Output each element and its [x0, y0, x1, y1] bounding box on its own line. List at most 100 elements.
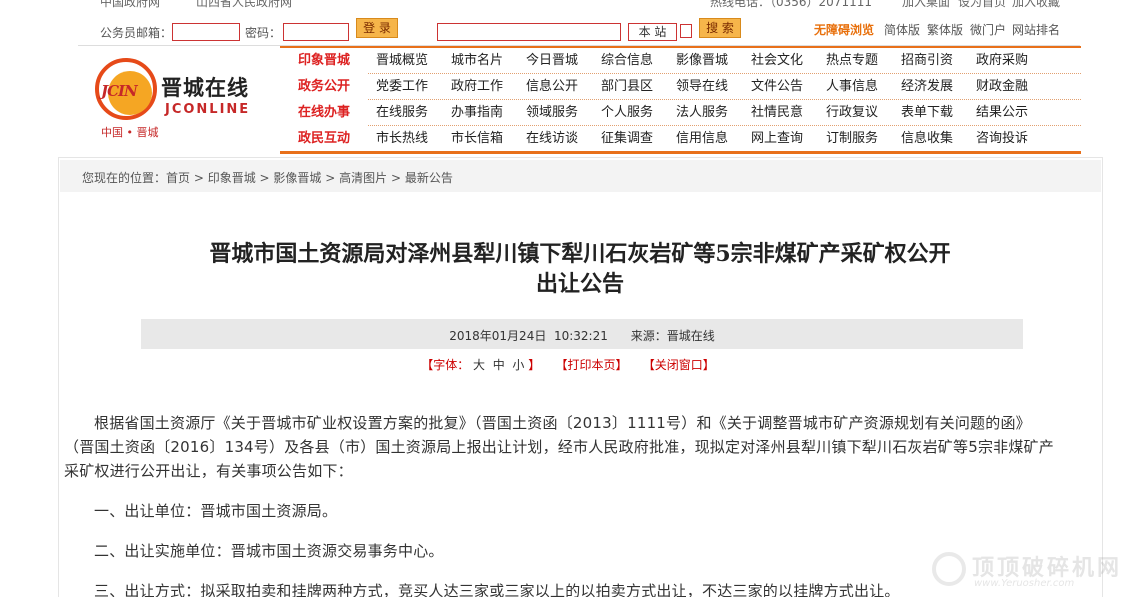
- link-traditional[interactable]: 繁体版: [927, 21, 963, 38]
- site-logo[interactable]: JCIN 晋城在线 JCONLINE 中国 • 晋城: [95, 58, 265, 139]
- hotline: 热线电话：（0356）2071111: [710, 0, 872, 9]
- nav-item[interactable]: 热点专题: [826, 48, 878, 74]
- link-add-desktop[interactable]: 加入桌面: [902, 0, 950, 10]
- nav-item[interactable]: 行政复议: [826, 100, 878, 126]
- nav-item[interactable]: 法人服务: [676, 100, 728, 126]
- link-site-ranking[interactable]: 网站排名: [1012, 21, 1060, 38]
- nav-item[interactable]: 咨询投诉: [976, 126, 1028, 152]
- nav-item[interactable]: 文件公告: [751, 74, 803, 100]
- paragraph-intro-line1: 根据省国土资源厅《关于晋城市矿业权设置方案的批复》（晋国土资函〔2013〕111…: [94, 414, 1031, 432]
- nav-item[interactable]: 人事信息: [826, 74, 878, 100]
- logo-tagline: 中国 • 晋城: [101, 126, 159, 139]
- nav-item[interactable]: 网上查询: [751, 126, 803, 152]
- search-button[interactable]: 搜 索: [699, 18, 741, 38]
- print-page-link[interactable]: 【打印本页】: [555, 358, 627, 372]
- article-meta: 2018年01月24日 10:32:21 来源：晋城在线: [141, 319, 1023, 349]
- link-shanxi-gov[interactable]: 山西省人民政府网: [196, 0, 292, 10]
- article-tools: 【字体： 大 中 小 】 【打印本页】 【关闭窗口】: [0, 356, 1136, 373]
- watermark: 顶顶破碎机网 www.Yeruosher.com: [932, 548, 1132, 594]
- nav-item[interactable]: 党委工作: [376, 74, 428, 100]
- paragraph-intro-line3: 采矿权进行公开出让，有关事项公告如下：: [64, 462, 353, 480]
- nav-item[interactable]: 招商引资: [901, 48, 953, 74]
- nav-item[interactable]: 晋城概览: [376, 48, 428, 74]
- content-panel: [58, 157, 1103, 597]
- font-size-small[interactable]: 小: [512, 358, 524, 372]
- login-button[interactable]: 登 录: [356, 18, 398, 38]
- top-strip: 中国政府网 山西省人民政府网 热线电话：（0356）2071111 加入桌面 设…: [0, 0, 1136, 9]
- nav-item[interactable]: 征集调查: [601, 126, 653, 152]
- link-micro-portal[interactable]: 微门户: [970, 21, 1006, 38]
- nav-category[interactable]: 在线办事: [280, 100, 368, 126]
- nav-category[interactable]: 政民互动: [280, 126, 368, 152]
- nav-item[interactable]: 综合信息: [601, 48, 653, 74]
- logo-name: 晋城在线: [161, 76, 249, 100]
- nav-row-impression: 印象晋城 晋城概览 城市名片 今日晋城 综合信息 影像晋城 社会文化 热点专题 …: [280, 48, 1081, 74]
- breadcrumb-item[interactable]: 高清图片: [339, 171, 387, 185]
- site-scope-button[interactable]: 本 站: [628, 23, 677, 41]
- breadcrumb-prefix: 您现在的位置：: [82, 171, 167, 185]
- nav-item[interactable]: 财政金融: [976, 74, 1028, 100]
- nav-item[interactable]: 城市名片: [451, 48, 503, 74]
- nav-item[interactable]: 今日晋城: [526, 48, 578, 74]
- breadcrumb-separator: >: [387, 171, 405, 185]
- nav-item[interactable]: 结果公示: [976, 100, 1028, 126]
- breadcrumb-item-current[interactable]: 最新公告: [405, 171, 453, 185]
- paragraph-item-3: 三、出让方式：拟采取拍卖和挂牌两种方式，竞买人达三家或三家以上的以拍卖方式出让，…: [94, 582, 900, 597]
- password-input[interactable]: [283, 23, 349, 41]
- nav-item[interactable]: 社情民意: [751, 100, 803, 126]
- accessible-browse-link[interactable]: 无障碍浏览: [814, 21, 874, 38]
- nav-item[interactable]: 在线访谈: [526, 126, 578, 152]
- breadcrumb-item[interactable]: 影像晋城: [273, 171, 321, 185]
- nav-item[interactable]: 领导在线: [676, 74, 728, 100]
- nav-category[interactable]: 印象晋城: [280, 48, 368, 74]
- nav-item[interactable]: 订制服务: [826, 126, 878, 152]
- nav-item[interactable]: 政府工作: [451, 74, 503, 100]
- nav-item[interactable]: 信息收集: [901, 126, 953, 152]
- nav-item[interactable]: 信用信息: [676, 126, 728, 152]
- watermark-logo-icon: [932, 552, 966, 586]
- link-add-favorite[interactable]: 加入收藏: [1012, 0, 1060, 10]
- nav-item[interactable]: 社会文化: [751, 48, 803, 74]
- nav-item[interactable]: 办事指南: [451, 100, 503, 126]
- article-title-line2: 出让公告: [535, 271, 624, 297]
- email-label: 公务员邮箱：: [100, 26, 173, 40]
- search-input[interactable]: [437, 23, 621, 41]
- article-title: 晋城市国土资源局对泽州县犁川镇下犁川石灰岩矿等5宗非煤矿产采矿权公开: [209, 241, 951, 267]
- nav-item[interactable]: 在线服务: [376, 100, 428, 126]
- nav-item[interactable]: 市长热线: [376, 126, 428, 152]
- font-size-medium[interactable]: 中: [493, 358, 505, 372]
- link-simplified[interactable]: 简体版: [884, 21, 920, 38]
- scope-dropdown-arrow[interactable]: [680, 24, 692, 38]
- font-size-label: 【字体：: [421, 358, 470, 372]
- link-gov-cn[interactable]: 中国政府网: [100, 0, 160, 10]
- nav-item[interactable]: 经济发展: [901, 74, 953, 100]
- breadcrumb-item-home[interactable]: 首页: [166, 171, 190, 185]
- nav-row-gov-affairs: 政务公开 党委工作 政府工作 信息公开 部门县区 领导在线 文件公告 人事信息 …: [280, 74, 1081, 100]
- nav-item[interactable]: 部门县区: [601, 74, 653, 100]
- nav-item[interactable]: 领域服务: [526, 100, 578, 126]
- nav-item[interactable]: 影像晋城: [676, 48, 728, 74]
- password-label: 密码：: [245, 26, 282, 40]
- breadcrumb-separator: >: [190, 171, 208, 185]
- breadcrumb-separator: >: [255, 171, 274, 185]
- email-input[interactable]: [172, 23, 240, 41]
- paragraph-intro-line2: （晋国土资函〔2016〕134号）及各县（市）国土资源局上报出让计划，经市人民政…: [64, 438, 1054, 456]
- nav-item[interactable]: 政府采购: [976, 48, 1028, 74]
- link-set-home[interactable]: 设为首页: [958, 0, 1006, 10]
- nav-row-interaction: 政民互动 市长热线 市长信箱 在线访谈 征集调查 信用信息 网上查询 订制服务 …: [280, 126, 1081, 152]
- close-window-link[interactable]: 【关闭窗口】: [643, 358, 715, 372]
- nav-item[interactable]: 市长信箱: [451, 126, 503, 152]
- publish-info: 2018年01月24日 10:32:21 来源：晋城在线: [449, 329, 715, 343]
- logo-mark: JCIN: [101, 82, 138, 100]
- breadcrumb-item[interactable]: 印象晋城: [208, 171, 256, 185]
- nav-item[interactable]: 信息公开: [526, 74, 578, 100]
- watermark-url: www.Yeruosher.com: [974, 578, 1075, 589]
- nav-item[interactable]: 表单下载: [901, 100, 953, 126]
- font-size-large[interactable]: 大: [473, 358, 485, 372]
- main-nav: 印象晋城 晋城概览 城市名片 今日晋城 综合信息 影像晋城 社会文化 热点专题 …: [280, 46, 1081, 154]
- nav-category[interactable]: 政务公开: [280, 74, 368, 100]
- breadcrumb-separator: >: [321, 171, 340, 185]
- breadcrumb: 您现在的位置：首页 > 印象晋城 > 影像晋城 > 高清图片 > 最新公告: [60, 160, 1101, 192]
- login-bar: 公务员邮箱： 密码： 登 录 本 站 搜 索 无障碍浏览 简体版 繁体版 微门户…: [78, 14, 1080, 46]
- nav-item[interactable]: 个人服务: [601, 100, 653, 126]
